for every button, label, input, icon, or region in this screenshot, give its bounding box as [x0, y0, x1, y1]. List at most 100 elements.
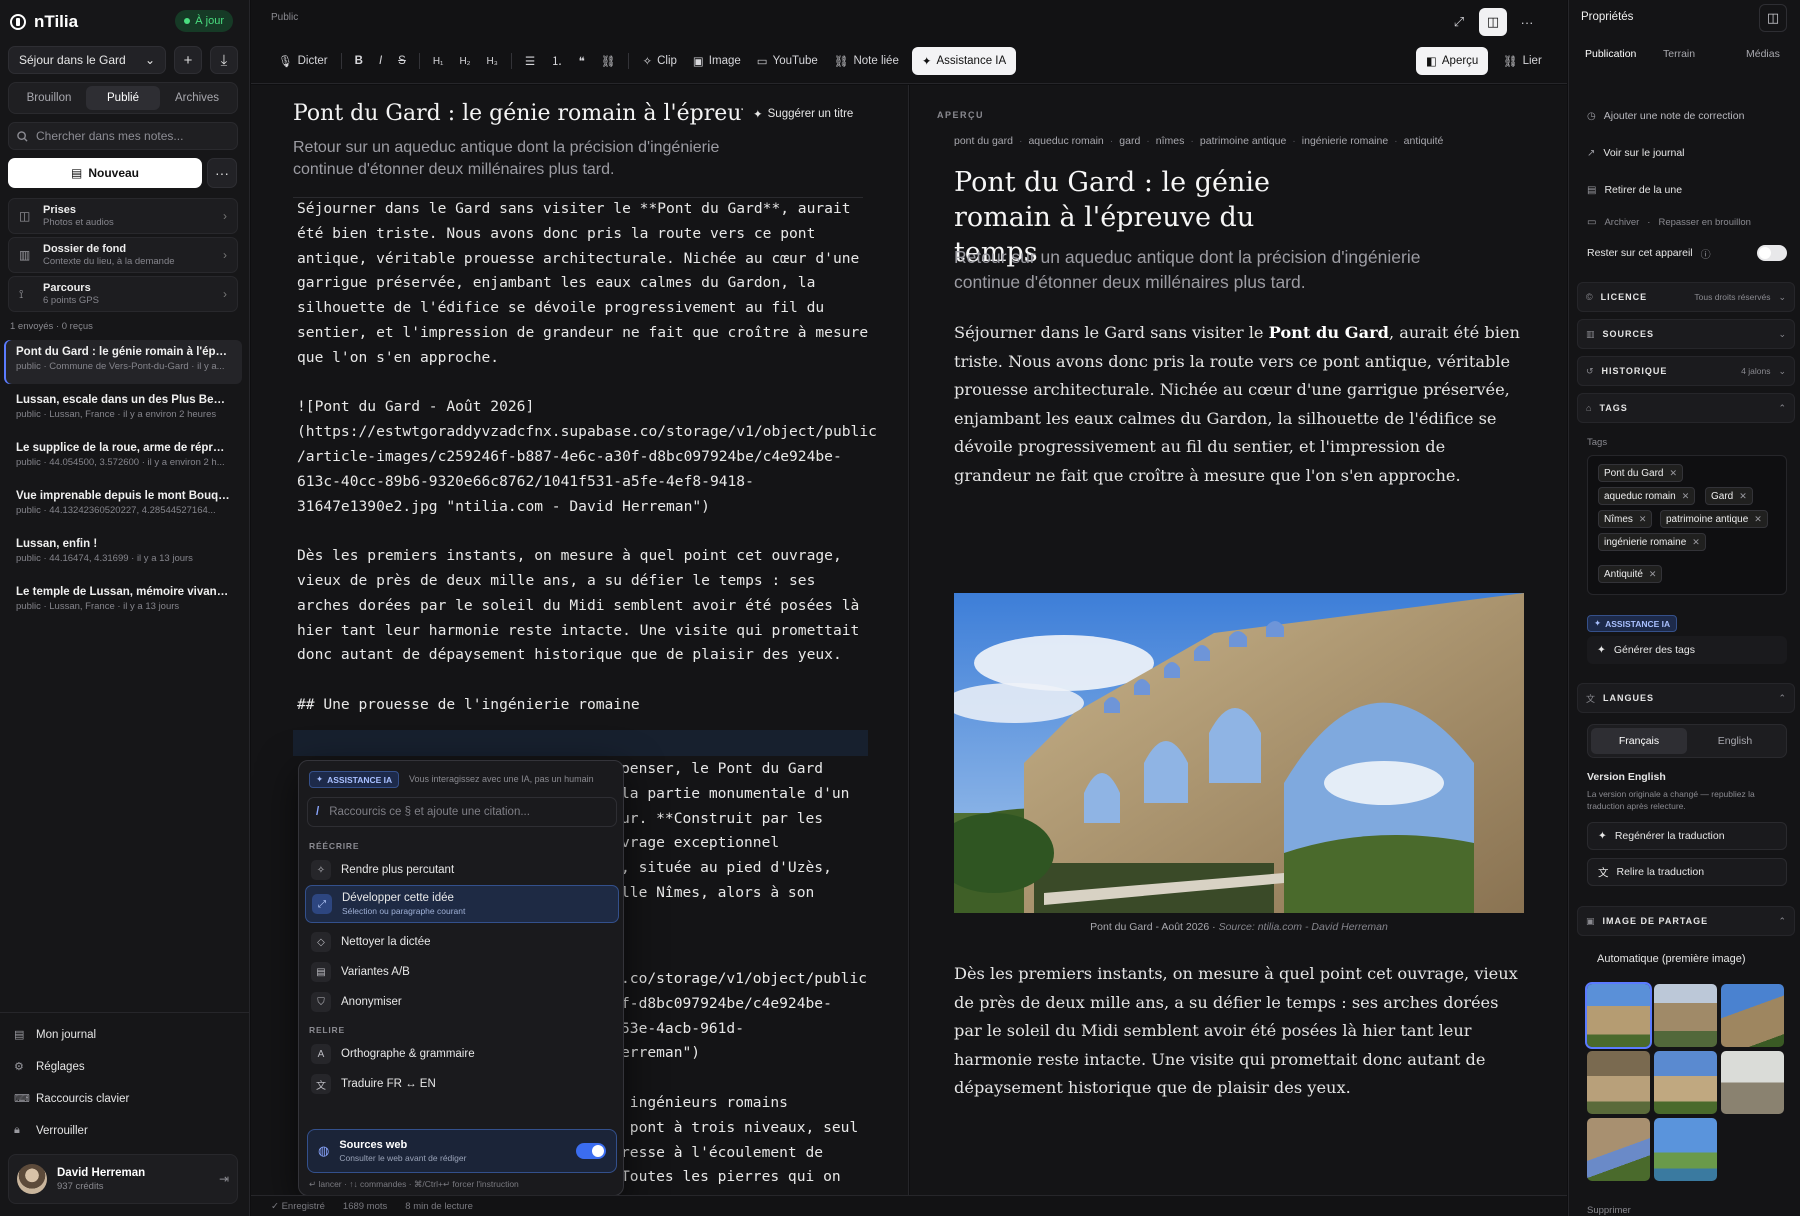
- heading2-button[interactable]: H₂: [452, 47, 477, 75]
- user-card[interactable]: David Herreman 937 crédits ⇥: [8, 1154, 238, 1204]
- preview-tag[interactable]: antiquité: [1404, 135, 1444, 147]
- close-icon[interactable]: ✕: [1639, 514, 1647, 525]
- close-icon[interactable]: ✕: [1692, 537, 1700, 548]
- lang-english[interactable]: English: [1687, 728, 1783, 754]
- delete-button[interactable]: Supprimer: [1587, 1205, 1631, 1216]
- close-icon[interactable]: ✕: [1669, 468, 1677, 479]
- new-note-button[interactable]: ▤ Nouveau: [8, 158, 202, 188]
- markdown-body-mid[interactable]: penser, le Pont du Gard la partie monume…: [621, 757, 849, 906]
- ai-develop-idea[interactable]: ⤢ Développer cette idée Sélection ou parag…: [305, 885, 619, 923]
- tag-chip[interactable]: Pont du Gard ✕: [1598, 464, 1684, 482]
- import-button[interactable]: ⤓: [210, 46, 238, 74]
- filter-archives[interactable]: Archives: [160, 86, 234, 110]
- ai-ab-variants[interactable]: ▤ Variantes A/B: [305, 957, 619, 987]
- stay-on-device-toggle[interactable]: [1757, 245, 1787, 261]
- share-thumbnail[interactable]: [1721, 984, 1784, 1047]
- share-thumbnail[interactable]: [1585, 982, 1652, 1049]
- ai-punchier[interactable]: ✧ Rendre plus percutant: [305, 855, 619, 885]
- redraft-button[interactable]: Repasser en brouillon: [1658, 217, 1750, 228]
- preview-tag[interactable]: gard: [1119, 135, 1140, 147]
- clip-button[interactable]: ✧ Clip: [635, 47, 683, 75]
- section-history[interactable]: ↺ HISTORIQUE 4 jalons ⌄: [1577, 356, 1795, 386]
- preview-toggle-button[interactable]: ◧ Aperçu: [1416, 47, 1489, 75]
- italic-button[interactable]: I: [372, 47, 389, 75]
- share-auto-option[interactable]: Automatique (première image): [1597, 953, 1746, 965]
- tab-terrain[interactable]: Terrain: [1663, 48, 1695, 60]
- ai-anonymize[interactable]: ⛉ Anonymiser: [305, 987, 619, 1017]
- close-icon[interactable]: ✕: [1739, 491, 1747, 502]
- linked-note-button[interactable]: ⛓︎ Note liée: [827, 47, 906, 75]
- tag-chip[interactable]: Gard ✕: [1705, 487, 1753, 505]
- web-sources-toggle[interactable]: [576, 1143, 606, 1159]
- preview-tag[interactable]: nîmes: [1156, 135, 1185, 147]
- note-item[interactable]: Lussan, enfin ! public · 44.16474, 4.3169…: [4, 532, 242, 576]
- note-item[interactable]: Vue imprenable depuis le mont Bouquet pub…: [4, 484, 242, 528]
- share-thumbnail[interactable]: [1587, 1118, 1650, 1181]
- remove-from-front[interactable]: ▤ Retirer de la une: [1587, 184, 1682, 196]
- lang-french[interactable]: Français: [1591, 728, 1687, 754]
- nav-shortcuts[interactable]: ⌨ Raccourcis clavier: [14, 1092, 129, 1106]
- tag-chip[interactable]: patrimoine antique ✕: [1660, 510, 1768, 528]
- nav-my-journal[interactable]: ▤ Mon journal: [14, 1028, 96, 1042]
- strikethrough-button[interactable]: S: [391, 47, 413, 75]
- preview-tag[interactable]: patrimoine antique: [1200, 135, 1286, 147]
- close-icon[interactable]: ✕: [1754, 514, 1762, 525]
- note-item[interactable]: Lussan, escale dans un des Plus Beaux V.…: [4, 388, 242, 432]
- regenerate-translation-button[interactable]: ✦ Regénérer la traduction: [1587, 822, 1787, 850]
- share-thumbnail[interactable]: [1654, 984, 1717, 1047]
- share-thumbnail[interactable]: [1654, 1051, 1717, 1114]
- suggest-title-button[interactable]: ✦ Suggérer un titre: [753, 107, 853, 121]
- heading1-button[interactable]: H₁: [426, 47, 451, 75]
- note-item[interactable]: Le temple de Lussan, mémoire vivante du.…: [4, 580, 242, 624]
- ai-instruction-input[interactable]: / Raccourcis ce § et ajoute une citation.…: [307, 797, 617, 827]
- more-options-button[interactable]: ···: [207, 158, 237, 188]
- dictate-button[interactable]: 🎙︎ Dicter: [271, 47, 335, 75]
- numbered-list-button[interactable]: ⒈: [544, 47, 570, 75]
- tag-chip[interactable]: aqueduc romain ✕: [1598, 487, 1696, 505]
- ai-clean-dictation[interactable]: ◇ Nettoyer la dictée: [305, 927, 619, 957]
- expand-icon[interactable]: ⤢: [1445, 8, 1473, 36]
- quick-captures[interactable]: ◫ Prises Photos et audios ›: [8, 198, 238, 234]
- link-button[interactable]: ⛓︎: [594, 47, 623, 75]
- share-thumbnail[interactable]: [1654, 1118, 1717, 1181]
- notes-search-input[interactable]: Chercher dans mes notes...: [8, 122, 238, 150]
- collapse-panel-icon[interactable]: ◫: [1759, 4, 1787, 32]
- markdown-body-top[interactable]: Séjourner dans le Gard sans visiter le *…: [297, 197, 877, 718]
- logout-icon[interactable]: ⇥: [219, 1172, 229, 1186]
- tags-input[interactable]: Pont du Gard ✕ aqueduc romain ✕ Gard ✕ Nîme…: [1587, 455, 1787, 595]
- view-on-journal[interactable]: ↗ Voir sur le journal: [1587, 147, 1685, 159]
- note-item-active[interactable]: Pont du Gard : le génie romain à l'épreu…: [4, 340, 242, 384]
- section-tags[interactable]: ⌂ TAGS ⌃: [1577, 393, 1795, 423]
- quick-background-file[interactable]: ▥ Dossier de fond Contexte du lieu, à la …: [8, 237, 238, 273]
- ai-assist-button[interactable]: ✦ Assistance IA: [911, 47, 1017, 75]
- split-view-icon[interactable]: ◫: [1479, 8, 1507, 36]
- pont-du-gard-photo[interactable]: [954, 593, 1524, 913]
- more-icon[interactable]: ···: [1513, 8, 1541, 36]
- bold-button[interactable]: B: [348, 47, 370, 75]
- preview-tag[interactable]: aqueduc romain: [1028, 135, 1103, 147]
- title-input[interactable]: Pont du Gard : le génie romain à l'épreu…: [293, 101, 743, 126]
- link-note-button[interactable]: ⛓︎ Lier: [1495, 47, 1550, 75]
- add-button[interactable]: +: [174, 46, 202, 74]
- preview-tag[interactable]: ingénierie romaine: [1302, 135, 1388, 147]
- quote-button[interactable]: ❝: [572, 47, 592, 75]
- section-sources[interactable]: ▥ SOURCES ⌄: [1577, 319, 1795, 349]
- brand[interactable]: nTilia: [10, 10, 78, 34]
- image-button[interactable]: ▣ Image: [686, 47, 748, 75]
- preview-tag[interactable]: pont du gard: [954, 135, 1013, 147]
- add-correction-note[interactable]: ◷ Ajouter une note de correction: [1587, 110, 1744, 122]
- subtitle-input[interactable]: Retour sur un aqueduc antique dont la pr…: [293, 137, 733, 181]
- tag-chip[interactable]: ingénierie romaine ✕: [1598, 533, 1706, 551]
- tab-publication[interactable]: Publication: [1585, 48, 1636, 60]
- ai-translate[interactable]: 文 Traduire FR ↔ EN: [305, 1069, 619, 1099]
- archive-button[interactable]: Archiver: [1604, 217, 1639, 228]
- nav-settings[interactable]: ⚙ Réglages: [14, 1060, 85, 1074]
- web-sources-toggle-row[interactable]: ◍ Sources web Consulter le web avant de r…: [307, 1129, 617, 1173]
- share-thumbnail[interactable]: [1587, 1051, 1650, 1114]
- note-item[interactable]: Le supplice de la roue, arme de répressi…: [4, 436, 242, 480]
- filter-published[interactable]: Publié: [86, 86, 160, 110]
- youtube-button[interactable]: ▭ YouTube: [750, 47, 825, 75]
- section-licence[interactable]: © LICENCE Tous droits réservés ⌄: [1577, 282, 1795, 312]
- markdown-body-low[interactable]: .co/storage/v1/object/public f-d8bc09792…: [621, 967, 867, 1190]
- section-share-image[interactable]: ▣ IMAGE DE PARTAGE ⌃: [1577, 906, 1795, 936]
